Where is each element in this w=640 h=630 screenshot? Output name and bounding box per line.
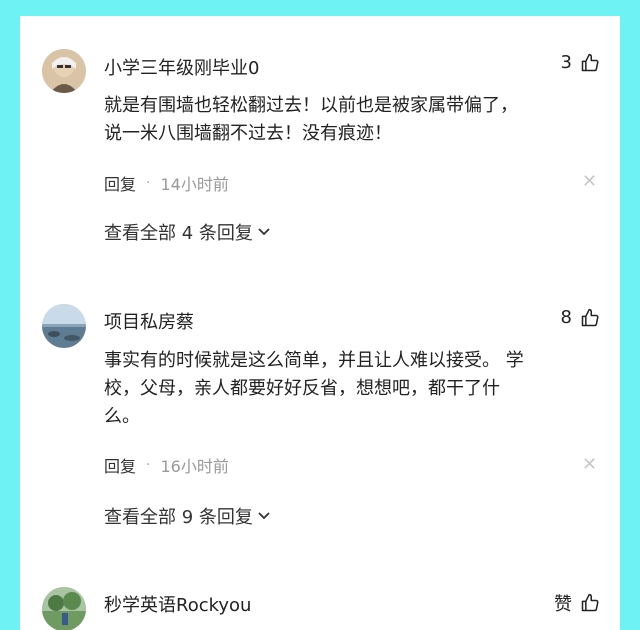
thumbs-up-icon bbox=[581, 53, 599, 71]
like-button[interactable]: 赞 bbox=[554, 590, 600, 616]
like-count: 赞 bbox=[554, 594, 572, 615]
comment-meta: 回复 · 16小时前 bbox=[104, 453, 229, 477]
like-button[interactable]: 3 bbox=[561, 52, 600, 73]
close-icon[interactable]: ✕ bbox=[582, 173, 597, 191]
comment-text: 就是有围墙也轻松翻过去！以前也是被家属带偏了， 说一米八围墙翻不过去！没有痕迹！ bbox=[104, 92, 582, 148]
comment-text: 事实有的时候就是这么简单，并且让人难以接受。 学 校，父母，亲人都要好好反省，想… bbox=[104, 347, 582, 431]
username[interactable]: 秒学英语Rockyou bbox=[104, 591, 251, 617]
thumbs-up-icon bbox=[581, 308, 599, 326]
user-avatar[interactable] bbox=[42, 304, 86, 348]
view-replies-button[interactable]: 查看全部 9 条回复 bbox=[104, 503, 271, 529]
chevron-down-icon bbox=[258, 228, 270, 236]
view-replies-label: 查看全部 4 条回复 bbox=[104, 223, 253, 244]
close-icon[interactable]: ✕ bbox=[582, 456, 597, 474]
timestamp: 16小时前 bbox=[160, 457, 229, 476]
user-avatar[interactable] bbox=[42, 49, 86, 93]
comment-text-line: 事实有的时候就是这么简单，并且让人难以接受。 学 bbox=[104, 350, 524, 371]
view-replies-button[interactable]: 查看全部 4 条回复 bbox=[104, 219, 271, 245]
comment-text-line: 么。 bbox=[104, 406, 140, 427]
comment-meta: 回复 · 14小时前 bbox=[104, 171, 229, 195]
chevron-down-icon bbox=[258, 512, 270, 520]
meta-separator: · bbox=[146, 457, 151, 473]
comment-panel: 小学三年级刚毕业0 3 就是有围墙也轻松翻过去！以前也是被家属带偏了， 说一米八… bbox=[20, 16, 620, 630]
timestamp: 14小时前 bbox=[160, 175, 229, 194]
comment-text-line: 说一米八围墙翻不过去！没有痕迹！ bbox=[104, 123, 392, 144]
comment-text-line: 就是有围墙也轻松翻过去！以前也是被家属带偏了， bbox=[104, 95, 518, 116]
like-button[interactable]: 8 bbox=[561, 307, 600, 328]
user-avatar[interactable] bbox=[42, 587, 86, 630]
view-replies-label: 查看全部 9 条回复 bbox=[104, 507, 253, 528]
meta-separator: · bbox=[146, 175, 151, 191]
reply-link[interactable]: 回复 bbox=[104, 453, 136, 477]
thumbs-up-icon bbox=[581, 593, 599, 612]
comment-text-line: 校，父母，亲人都要好好反省，想想吧，都干了什 bbox=[104, 378, 500, 399]
like-count: 8 bbox=[560, 307, 572, 328]
username[interactable]: 项目私房蔡 bbox=[104, 308, 194, 334]
like-count: 3 bbox=[560, 52, 572, 73]
username[interactable]: 小学三年级刚毕业0 bbox=[104, 54, 259, 80]
reply-link[interactable]: 回复 bbox=[104, 171, 136, 195]
